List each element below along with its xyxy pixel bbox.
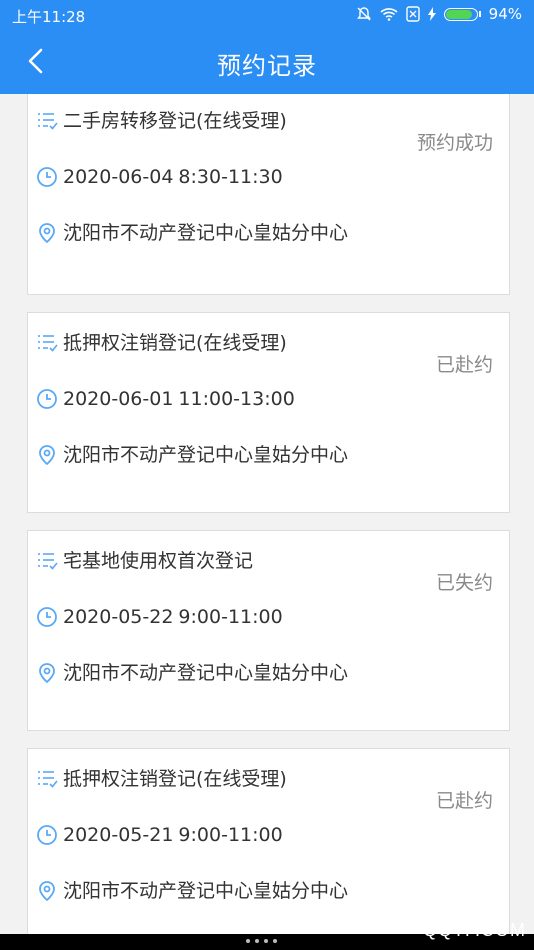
status-label: 已赴约 xyxy=(435,790,493,812)
location-icon xyxy=(39,223,55,244)
battery-tip xyxy=(478,11,481,17)
battery-icon xyxy=(443,7,478,21)
page-dots xyxy=(246,939,277,943)
appointment-card[interactable]: 抵押权注销登记(在线受理) 已赴约 2020-05-21 9:00-11:00 … xyxy=(27,748,510,934)
watermark: QQTF.COM xyxy=(423,920,526,940)
charging-icon xyxy=(427,7,436,21)
appointment-card[interactable]: 抵押权注销登记(在线受理) 已赴约 2020-06-01 11:00-13:00… xyxy=(27,312,510,513)
sim-icon xyxy=(405,6,420,22)
appointment-address: 沈阳市不动产登记中心皇姑分中心 xyxy=(63,662,349,684)
status-label: 预约成功 xyxy=(416,132,493,154)
service-name: 抵押权注销登记(在线受理) xyxy=(63,332,287,354)
location-icon xyxy=(39,445,55,466)
service-name: 抵押权注销登记(在线受理) xyxy=(63,768,287,790)
list-check-icon xyxy=(38,335,58,352)
status-label: 已赴约 xyxy=(435,354,493,376)
wifi-icon xyxy=(380,8,398,21)
appointment-address: 沈阳市不动产登记中心皇姑分中心 xyxy=(63,222,349,244)
mute-icon xyxy=(356,7,371,21)
appointment-time: 11:00-13:00 xyxy=(178,388,295,410)
appointment-card[interactable]: 二手房转移登记(在线受理) 预约成功 2020-06-04 8:30-11:30… xyxy=(27,94,510,295)
status-label: 已失约 xyxy=(435,572,493,594)
appointment-date: 2020-05-22 xyxy=(63,606,174,628)
clock-icon xyxy=(37,167,57,187)
status-icons: 94% xyxy=(356,5,522,23)
appointment-date: 2020-05-21 xyxy=(63,824,174,846)
service-name: 宅基地使用权首次登记 xyxy=(63,550,254,572)
appointment-time: 9:00-11:00 xyxy=(178,824,283,846)
battery-percent: 94% xyxy=(488,5,522,23)
service-name: 二手房转移登记(在线受理) xyxy=(63,110,287,132)
appointment-address: 沈阳市不动产登记中心皇姑分中心 xyxy=(63,444,349,466)
appointment-time: 9:00-11:00 xyxy=(178,606,283,628)
appointment-date: 2020-06-04 xyxy=(63,166,174,188)
appointment-address: 沈阳市不动产登记中心皇姑分中心 xyxy=(63,880,349,902)
list-check-icon xyxy=(38,553,58,570)
clock-icon xyxy=(37,607,57,627)
page-title: 预约记录 xyxy=(217,52,317,80)
clock-icon xyxy=(37,389,57,409)
status-bar: 上午11:28 94% xyxy=(0,0,534,30)
appointment-date: 2020-06-01 xyxy=(63,388,174,410)
app-header: 预约记录 xyxy=(0,30,534,94)
location-icon xyxy=(39,663,55,684)
list-check-icon xyxy=(38,113,58,130)
appointment-time: 8:30-11:30 xyxy=(178,166,283,188)
appointment-list[interactable]: 二手房转移登记(在线受理) 预约成功 2020-06-04 8:30-11:30… xyxy=(0,94,534,934)
list-check-icon xyxy=(38,771,58,788)
status-time: 上午11:28 xyxy=(12,8,86,26)
appointment-card[interactable]: 宅基地使用权首次登记 已失约 2020-05-22 9:00-11:00 沈阳市… xyxy=(27,530,510,731)
location-icon xyxy=(39,881,55,902)
clock-icon xyxy=(37,825,57,845)
